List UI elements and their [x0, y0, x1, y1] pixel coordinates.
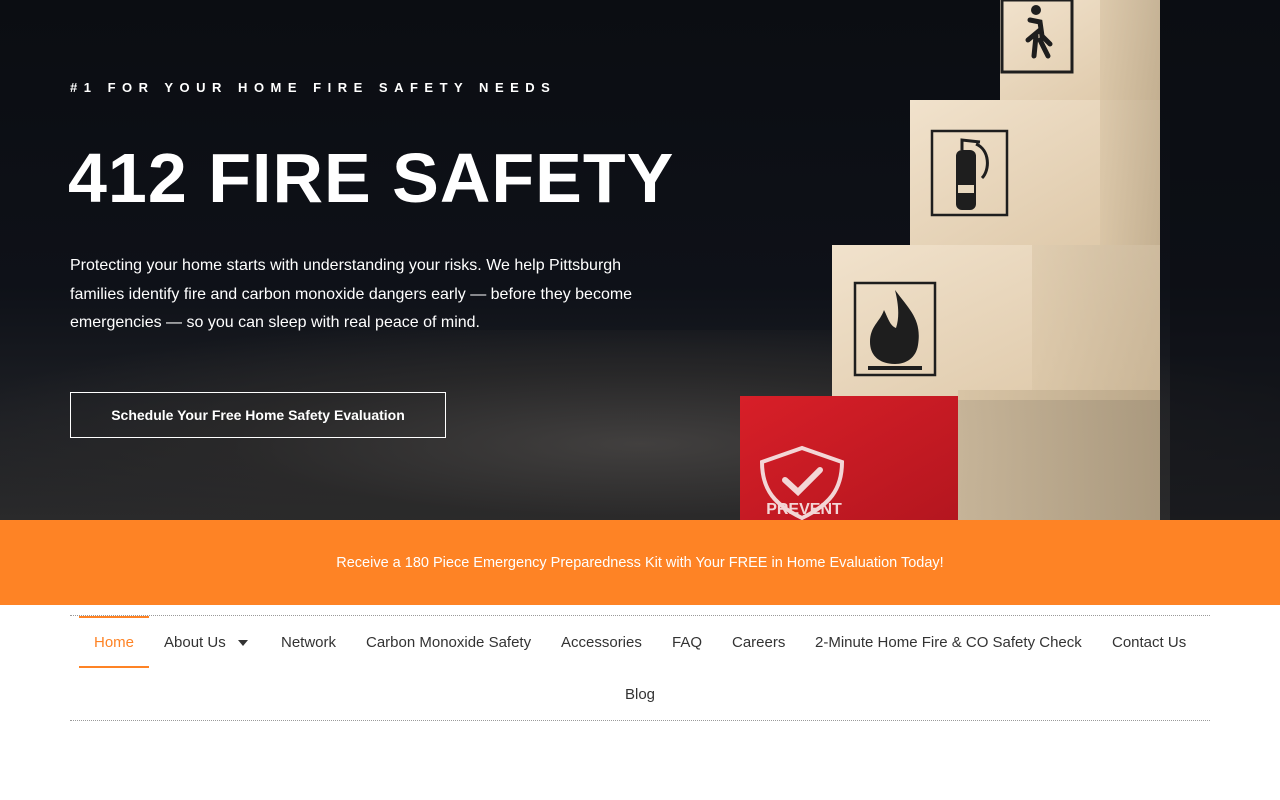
- nav-item-network[interactable]: Network: [281, 616, 336, 668]
- nav-item-label: Home: [94, 633, 135, 651]
- nav-item-label: Blog: [625, 685, 656, 703]
- exit-block: [1000, 0, 1160, 100]
- nav-item-label: Network: [281, 633, 337, 651]
- flame-block: [832, 245, 1160, 400]
- chevron-down-icon[interactable]: [237, 640, 248, 646]
- hero-title: 412 FIRE SAFETY: [68, 139, 675, 217]
- nav-item-careers[interactable]: Careers: [732, 616, 785, 668]
- schedule-evaluation-button[interactable]: Schedule Your Free Home Safety Evaluatio…: [70, 392, 446, 438]
- hero-eyebrow: #1 FOR YOUR HOME FIRE SAFETY NEEDS: [70, 80, 557, 95]
- nav-item-safety-check[interactable]: 2-Minute Home Fire & CO Safety Check: [815, 616, 1082, 668]
- nav-item-contact-us[interactable]: Contact Us: [1112, 616, 1186, 668]
- promo-bar: Receive a 180 Piece Emergency Preparedne…: [0, 520, 1280, 605]
- active-indicator-bottom: [79, 666, 149, 668]
- hero-description: Protecting your home starts with underst…: [70, 257, 633, 332]
- block-badge-text: PREVENT: [766, 501, 842, 518]
- extinguisher-block: [910, 100, 1160, 245]
- main-nav: Home About Us Network Carbon Monoxide Sa…: [70, 615, 1210, 721]
- nav-item-label: FAQ: [672, 633, 703, 651]
- prevent-block: PREVENT: [740, 390, 1160, 520]
- nav-item-about-us[interactable]: About Us: [164, 616, 248, 668]
- active-indicator-top: [79, 616, 149, 618]
- nav-item-faq[interactable]: FAQ: [672, 616, 702, 668]
- nav-item-accessories[interactable]: Accessories: [561, 616, 642, 668]
- nav-item-label: Carbon Monoxide Safety: [366, 633, 532, 651]
- nav-item-label: 2-Minute Home Fire & CO Safety Check: [815, 633, 1082, 651]
- nav-item-label: About Us: [164, 633, 226, 651]
- nav-item-blog[interactable]: Blog: [625, 668, 655, 720]
- nav-item-carbon-monoxide-safety[interactable]: Carbon Monoxide Safety: [366, 616, 531, 668]
- hero-section: PREVENT #1 FOR YOUR HOME FIRE SAFETY NEE…: [0, 0, 1280, 520]
- nav-item-label: Careers: [732, 633, 786, 651]
- nav-item-label: Contact Us: [1112, 633, 1187, 651]
- nav-item-home[interactable]: Home: [94, 616, 134, 668]
- hero-blocks-image: PREVENT: [740, 0, 1280, 520]
- promo-text[interactable]: Receive a 180 Piece Emergency Preparedne…: [336, 555, 943, 571]
- nav-item-label: Accessories: [561, 633, 642, 651]
